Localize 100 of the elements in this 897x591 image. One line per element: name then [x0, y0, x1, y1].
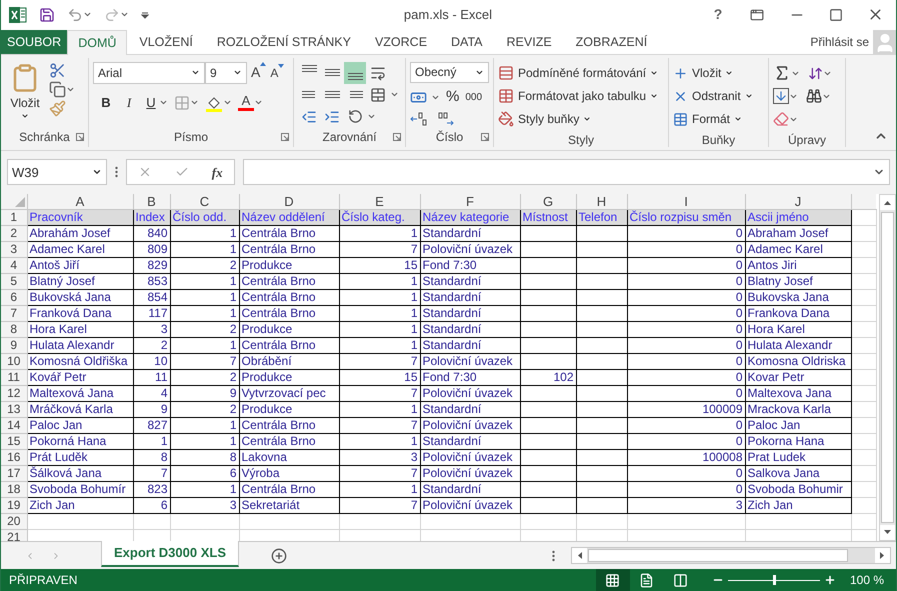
- table-cell: Hulata Alexandr: [745, 338, 851, 354]
- sheet-tab[interactable]: Export D3000 XLS: [101, 541, 239, 568]
- ribbon-tab[interactable]: ZOBRAZENÍ: [564, 30, 660, 54]
- vertical-scrollbar[interactable]: [878, 194, 896, 542]
- row-header[interactable]: 13: [1, 402, 27, 418]
- row-header[interactable]: 4: [1, 258, 27, 274]
- horizontal-scrollbar[interactable]: [571, 547, 891, 564]
- ribbon-tab[interactable]: VLOŽENÍ: [127, 30, 205, 54]
- styles-menu-button[interactable]: Formátovat jako tabulku: [498, 84, 658, 108]
- group-label: Styly: [568, 132, 594, 149]
- row-header[interactable]: 1: [1, 210, 27, 226]
- styles-menu-button[interactable]: Podmíněné formátování: [498, 62, 658, 85]
- table-cell: 1: [133, 434, 170, 450]
- font-family-field[interactable]: Arial: [93, 62, 205, 84]
- number-format-field[interactable]: Obecný: [410, 62, 489, 83]
- grow-font-button[interactable]: A: [251, 62, 266, 84]
- undo-icon[interactable]: [67, 6, 83, 23]
- save-icon[interactable]: [39, 6, 55, 23]
- view-button[interactable]: [596, 569, 630, 591]
- ribbon-tab[interactable]: REVIZE: [494, 30, 564, 54]
- help-button[interactable]: ?: [707, 4, 729, 26]
- new-sheet-icon[interactable]: [271, 548, 287, 564]
- row-header[interactable]: 10: [1, 354, 27, 370]
- row-header[interactable]: 17: [1, 466, 27, 482]
- font-size-field[interactable]: 9: [205, 62, 247, 84]
- row-header[interactable]: 5: [1, 274, 27, 290]
- cells-menu-button[interactable]: Vložit: [673, 62, 734, 85]
- dialog-launcher-icon[interactable]: [393, 132, 401, 141]
- row-header[interactable]: 11: [1, 370, 27, 386]
- decrease-decimal-icon[interactable]: [436, 111, 454, 128]
- underline-button[interactable]: U: [143, 92, 159, 112]
- scroll-left-icon[interactable]: [577, 552, 582, 560]
- row-header[interactable]: 12: [1, 386, 27, 402]
- shrink-font-button[interactable]: A: [270, 64, 284, 82]
- zoom-slider-thumb[interactable]: [772, 575, 776, 585]
- table-cell: Sekretariát: [239, 498, 339, 514]
- paste-button[interactable]: Vložit: [5, 62, 45, 120]
- sort-filter-icon[interactable]: [808, 66, 823, 81]
- row-header[interactable]: 15: [1, 434, 27, 450]
- find-icon[interactable]: [806, 88, 822, 104]
- font-color-button[interactable]: A: [238, 94, 254, 112]
- table-cell: 1: [339, 274, 420, 290]
- ribbon-tab[interactable]: SOUBOR: [1, 30, 68, 54]
- row-header[interactable]: 21: [1, 530, 27, 542]
- scroll-up-icon[interactable]: [884, 200, 890, 205]
- row-header[interactable]: 20: [1, 514, 27, 530]
- cells-menu-button[interactable]: Odstranit: [673, 84, 753, 108]
- row-header[interactable]: 14: [1, 418, 27, 434]
- scroll-down-icon[interactable]: [884, 530, 890, 536]
- table-cell: Výroba: [239, 466, 339, 482]
- table-cell: 3: [133, 322, 170, 338]
- italic-button[interactable]: I: [121, 92, 137, 112]
- bold-button[interactable]: B: [97, 92, 115, 112]
- zoom-level[interactable]: 100 %: [850, 571, 884, 589]
- insert-function-button[interactable]: fx: [212, 162, 223, 182]
- table-cell: Hora Karel: [745, 322, 851, 338]
- name-box[interactable]: W39: [7, 159, 107, 186]
- row-header[interactable]: 7: [1, 306, 27, 322]
- sign-in-link[interactable]: Přihlásit se: [810, 32, 869, 51]
- fill-icon[interactable]: [773, 88, 789, 104]
- ribbon-tab[interactable]: DATA: [439, 30, 495, 54]
- table-cell: Standardní: [420, 338, 520, 354]
- ribbon-tab[interactable]: ROZLOŽENÍ STRÁNKY: [204, 30, 363, 54]
- row-header[interactable]: 16: [1, 450, 27, 466]
- dialog-launcher-icon[interactable]: [481, 132, 489, 141]
- dialog-launcher-icon[interactable]: [76, 132, 84, 141]
- splitter-icon[interactable]: [552, 550, 555, 562]
- percent-button[interactable]: %: [444, 86, 462, 108]
- ribbon-tab[interactable]: DOMŮ: [67, 30, 128, 55]
- table-cell: Centrála Brno: [239, 482, 339, 498]
- row-header[interactable]: 18: [1, 482, 27, 498]
- customize-icon[interactable]: [141, 10, 149, 19]
- table-cell: Obrábění: [239, 354, 339, 370]
- scroll-right-icon[interactable]: [880, 552, 885, 560]
- cut-icon[interactable]: [49, 62, 66, 79]
- styles-icon: [498, 111, 514, 128]
- copy-icon[interactable]: [49, 80, 66, 98]
- table-cell: 117: [133, 306, 170, 322]
- formula-field[interactable]: [243, 159, 890, 186]
- zoom-in-icon[interactable]: [824, 574, 836, 586]
- row-header[interactable]: 2: [1, 226, 27, 242]
- maximize-icon[interactable]: [829, 8, 843, 22]
- zoom-slider[interactable]: [728, 575, 820, 585]
- clear-icon[interactable]: [773, 111, 789, 128]
- drag-handle-icon[interactable]: [115, 166, 118, 178]
- cells-menu-button[interactable]: Formát: [673, 108, 742, 131]
- vertical-align-button[interactable]: [344, 62, 366, 84]
- row-header[interactable]: 19: [1, 498, 27, 514]
- row-header[interactable]: 6: [1, 290, 27, 306]
- ribbon-tab[interactable]: VZORCE: [362, 30, 440, 54]
- ribbon-options-icon[interactable]: [749, 8, 765, 22]
- styles-menu-button[interactable]: Styly buňky: [498, 108, 592, 131]
- table-cell: Antoš Jiří: [27, 258, 133, 274]
- table-cell: 1: [339, 322, 420, 338]
- row-header[interactable]: 9: [1, 338, 27, 354]
- thousands-button[interactable]: 000: [465, 90, 482, 105]
- increase-decimal-icon[interactable]: [410, 111, 428, 128]
- row-header[interactable]: 8: [1, 322, 27, 338]
- row-header[interactable]: 3: [1, 242, 27, 258]
- dialog-launcher-icon[interactable]: [281, 132, 289, 141]
